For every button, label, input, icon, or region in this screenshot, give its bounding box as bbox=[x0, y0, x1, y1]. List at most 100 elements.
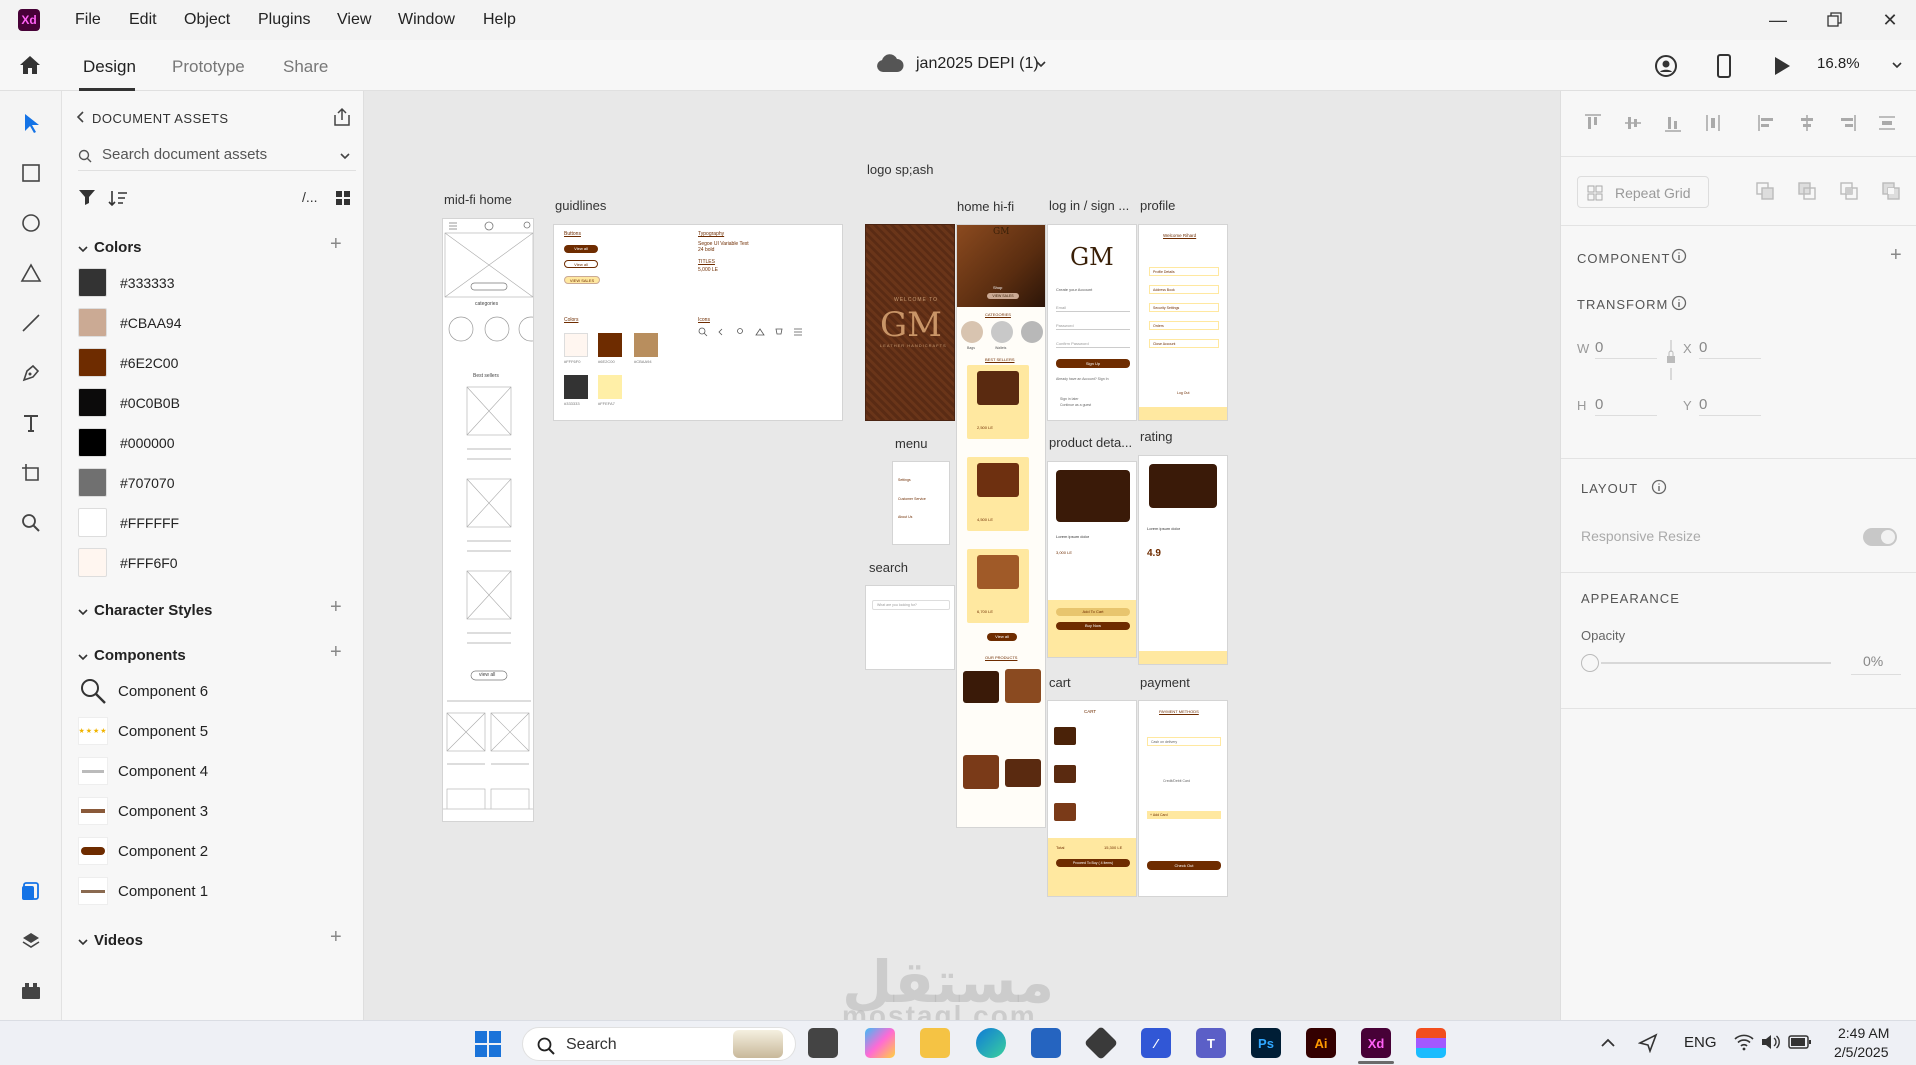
add-color-icon[interactable]: + bbox=[330, 233, 342, 256]
artboard-product-details[interactable]: Lorem ipsum dolor 3,000 LE Add To Cart B… bbox=[1047, 461, 1137, 658]
zoom-level[interactable]: 16.8% bbox=[1817, 55, 1860, 72]
battery-icon[interactable] bbox=[1788, 1034, 1812, 1050]
opacity-field[interactable]: 0% bbox=[1851, 649, 1901, 675]
videos-section-title[interactable]: Videos bbox=[94, 932, 143, 949]
add-video-icon[interactable]: + bbox=[330, 926, 342, 949]
photoshop-icon[interactable]: Ps bbox=[1251, 1028, 1281, 1058]
boolean-subtract-icon[interactable] bbox=[1797, 181, 1817, 201]
artboard-label-menu[interactable]: menu bbox=[895, 436, 928, 451]
menu-view[interactable]: View bbox=[337, 11, 371, 29]
artboard-label-search[interactable]: search bbox=[869, 560, 908, 575]
component-thumb-nav[interactable] bbox=[78, 757, 108, 785]
videos-collapse-icon[interactable] bbox=[78, 937, 88, 947]
artboard-rating[interactable]: Lorem ipsum dolor 4.9 bbox=[1138, 455, 1228, 665]
illustrator-icon[interactable]: Ai bbox=[1306, 1028, 1336, 1058]
artboard-logo-splash[interactable]: WELCOME TO GM LEATHER HANDICRAFTS bbox=[865, 224, 955, 421]
ellipse-tool-icon[interactable] bbox=[19, 211, 43, 235]
plugins-icon[interactable] bbox=[19, 979, 43, 1003]
add-component-icon[interactable]: + bbox=[330, 641, 342, 664]
distribute-horizontal-icon[interactable] bbox=[1877, 113, 1897, 133]
file-explorer-icon[interactable] bbox=[920, 1028, 950, 1058]
document-title[interactable]: jan2025 DEPI (1) bbox=[916, 55, 1039, 73]
artboard-label-cart[interactable]: cart bbox=[1049, 675, 1071, 690]
text-tool-icon[interactable] bbox=[19, 411, 43, 435]
artboard-label-login[interactable]: log in / sign ... bbox=[1049, 198, 1129, 213]
artboard-profile[interactable]: Welcome Rihard Profile Details Address B… bbox=[1138, 224, 1228, 421]
colors-section-title[interactable]: Colors bbox=[94, 239, 142, 256]
minimize-icon[interactable]: — bbox=[1766, 8, 1790, 32]
artboard-label-profile[interactable]: profile bbox=[1140, 198, 1175, 213]
component-thumb-categories[interactable] bbox=[78, 797, 108, 825]
artboard-label-home-hifi[interactable]: home hi-fi bbox=[957, 199, 1014, 214]
align-right-icon[interactable] bbox=[1837, 113, 1857, 133]
chevron-down-icon[interactable] bbox=[1034, 57, 1048, 71]
transform-info-icon[interactable] bbox=[1671, 295, 1687, 311]
menu-window[interactable]: Window bbox=[398, 11, 455, 29]
align-middle-icon[interactable] bbox=[1623, 113, 1643, 133]
artboard-payment[interactable]: PAYMENT METHODS Cash on delivery Credit/… bbox=[1138, 700, 1228, 897]
zoom-chevron-icon[interactable] bbox=[1890, 58, 1904, 72]
char-styles-section-title[interactable]: Character Styles bbox=[94, 602, 212, 619]
align-center-icon[interactable] bbox=[1797, 113, 1817, 133]
path-view-toggle[interactable]: /... bbox=[302, 189, 318, 205]
artboard-label-product[interactable]: product deta... bbox=[1049, 435, 1132, 450]
artboard-label-rating[interactable]: rating bbox=[1140, 429, 1173, 444]
artboard-login[interactable]: GM Create your Account Email Password Co… bbox=[1047, 224, 1137, 421]
color-swatch[interactable] bbox=[78, 308, 107, 337]
menu-edit[interactable]: Edit bbox=[129, 11, 157, 29]
artboard-label-logo-splash[interactable]: logo sp;ash bbox=[867, 162, 934, 177]
teams-icon[interactable]: T bbox=[1196, 1028, 1226, 1058]
artboard-home-hifi[interactable]: GM Shop VIEW SALES CATEGORIES Bags Walle… bbox=[956, 224, 1046, 828]
align-bottom-icon[interactable] bbox=[1663, 113, 1683, 133]
align-left-icon[interactable] bbox=[1757, 113, 1777, 133]
user-share-icon[interactable] bbox=[1654, 54, 1678, 78]
color-swatch[interactable] bbox=[78, 508, 107, 537]
boolean-exclude-icon[interactable] bbox=[1881, 181, 1901, 201]
color-swatch[interactable] bbox=[78, 388, 107, 417]
search-filter-chevron-icon[interactable] bbox=[338, 149, 352, 163]
assets-panel-icon[interactable] bbox=[19, 879, 43, 903]
export-icon[interactable] bbox=[332, 107, 352, 127]
wifi-icon[interactable] bbox=[1734, 1033, 1754, 1051]
artboard-midfi-home[interactable]: categories Best sellers view all bbox=[442, 218, 534, 822]
component-thumb-search[interactable] bbox=[78, 677, 108, 705]
color-swatch[interactable] bbox=[78, 548, 107, 577]
menu-plugins[interactable]: Plugins bbox=[258, 11, 310, 29]
device-preview-icon[interactable] bbox=[1714, 53, 1734, 79]
select-tool-icon[interactable] bbox=[19, 111, 43, 135]
language-indicator[interactable]: ENG bbox=[1684, 1034, 1717, 1051]
artboard-tool-icon[interactable] bbox=[19, 461, 43, 485]
color-swatch[interactable] bbox=[78, 268, 107, 297]
location-icon[interactable] bbox=[1638, 1033, 1658, 1053]
tray-chevron-icon[interactable] bbox=[1600, 1037, 1616, 1049]
color-swatch[interactable] bbox=[78, 468, 107, 497]
artboard-cart[interactable]: CART Total 15,300 LE Proceed To Buy ( 4 … bbox=[1047, 700, 1137, 897]
component-info-icon[interactable] bbox=[1671, 248, 1687, 264]
home-icon[interactable] bbox=[18, 54, 42, 76]
store-icon[interactable] bbox=[1031, 1028, 1061, 1058]
boolean-intersect-icon[interactable] bbox=[1839, 181, 1859, 201]
w-field[interactable]: 0 bbox=[1595, 335, 1657, 359]
visual-studio-icon[interactable]: ∕ bbox=[1141, 1028, 1171, 1058]
back-chevron-icon[interactable] bbox=[76, 110, 86, 124]
search-box[interactable]: Search document assets bbox=[78, 141, 356, 171]
tab-prototype[interactable]: Prototype bbox=[172, 57, 245, 77]
char-styles-collapse-icon[interactable] bbox=[78, 607, 88, 617]
sort-icon[interactable] bbox=[108, 189, 128, 207]
layers-icon[interactable] bbox=[19, 929, 43, 953]
menu-help[interactable]: Help bbox=[483, 11, 516, 29]
line-tool-icon[interactable] bbox=[19, 311, 43, 335]
artboard-search[interactable]: What are you looking for? bbox=[865, 585, 955, 670]
component-thumb-button[interactable] bbox=[78, 837, 108, 865]
task-view-icon[interactable] bbox=[808, 1028, 838, 1058]
grid-view-icon[interactable] bbox=[335, 190, 351, 206]
layout-info-icon[interactable] bbox=[1651, 479, 1667, 495]
repeat-grid-button[interactable]: Repeat Grid bbox=[1577, 176, 1709, 208]
play-icon[interactable] bbox=[1772, 55, 1792, 77]
distribute-vertical-icon[interactable] bbox=[1703, 113, 1723, 133]
color-swatch[interactable] bbox=[78, 348, 107, 377]
unity-icon[interactable] bbox=[1084, 1026, 1118, 1060]
color-swatch[interactable] bbox=[78, 428, 107, 457]
close-icon[interactable]: ✕ bbox=[1878, 8, 1902, 32]
opacity-slider-track[interactable] bbox=[1601, 662, 1831, 664]
